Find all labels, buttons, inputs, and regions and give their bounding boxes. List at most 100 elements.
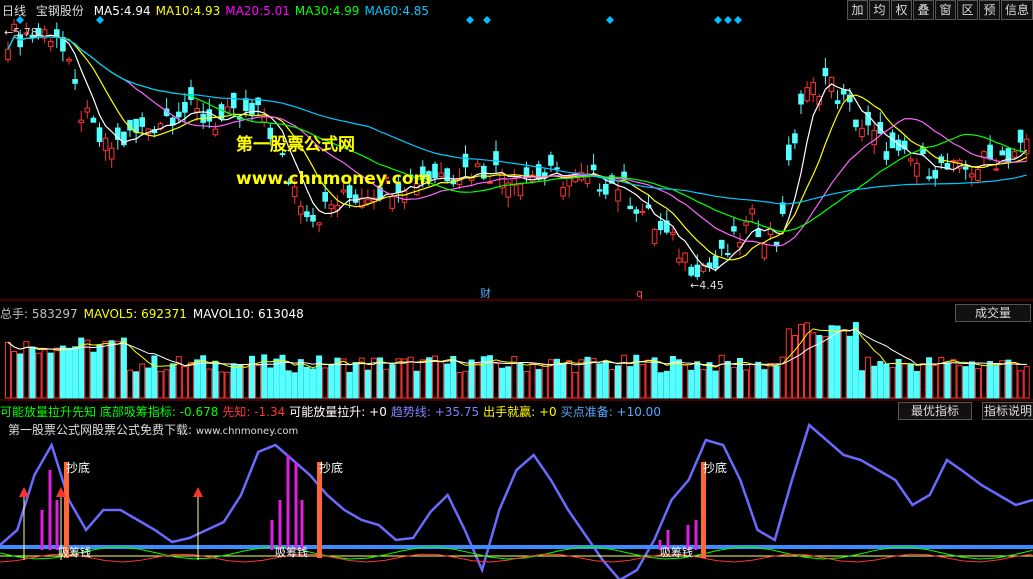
volume-bar	[169, 363, 176, 399]
candle-body	[310, 215, 316, 222]
volume-bar	[883, 363, 890, 399]
candle-body	[249, 102, 255, 115]
volume-bar	[785, 328, 792, 399]
volume-bar	[712, 370, 719, 399]
volume-bar	[730, 366, 737, 399]
volume-bar	[291, 372, 298, 399]
stock-name: 宝钢股份	[35, 4, 84, 18]
candle-body	[139, 117, 145, 127]
candle-body	[1011, 151, 1018, 158]
candle-body	[47, 40, 54, 47]
red-line	[0, 553, 1033, 563]
volume-bar	[200, 355, 207, 399]
volume-bar	[663, 370, 670, 399]
volume-bar	[108, 340, 115, 399]
volume-bar	[566, 360, 573, 399]
candle-body	[596, 189, 603, 192]
volume-button[interactable]: 成交量	[955, 304, 1031, 322]
high-price-label: ←5.78	[4, 26, 38, 39]
candle-body	[389, 195, 396, 209]
volume-bar	[480, 356, 487, 399]
volume-bar	[328, 364, 335, 399]
toolbar-button-1[interactable]: 均	[869, 0, 890, 20]
candle-body	[853, 119, 859, 128]
candle-body	[304, 211, 310, 218]
candle-body	[804, 87, 810, 102]
volume-bar	[968, 361, 975, 399]
candle-body	[840, 89, 847, 95]
volume-bar	[383, 368, 390, 399]
volume-bar	[352, 362, 359, 399]
volume-bar	[755, 361, 762, 399]
volume-bar	[859, 370, 865, 399]
toolbar-button-3[interactable]: 叠	[913, 0, 934, 20]
volume-bar	[560, 363, 567, 399]
toolbar-button-7[interactable]: 信息	[1001, 0, 1033, 20]
volume-bar	[840, 329, 847, 399]
candle-body	[822, 67, 829, 77]
candle-body	[352, 194, 359, 203]
volume-bar	[127, 369, 133, 399]
volume-bar	[181, 366, 188, 399]
indicator-item-4: 出手就赢: +0	[483, 405, 557, 419]
diamond-icon	[483, 16, 491, 24]
volume-bar	[96, 344, 103, 399]
indicator-header: 可能放量拉升先知 底部吸筹指标: -0.678 先知: -1.34 可能放量拉升: …	[0, 403, 665, 420]
volume-bar	[682, 364, 689, 399]
volume-bar	[425, 357, 432, 399]
candle-body	[84, 107, 91, 113]
stock-chart-canvas[interactable]: ←5.78 ←4.45 第一股票公式网 www.chnmoney.com 财 q 抄底 抄底 抄…	[0, 0, 1033, 579]
toolbar-button-5[interactable]: 区	[957, 0, 978, 20]
candle-body	[72, 79, 78, 84]
candle-body	[188, 87, 194, 100]
mavol10-line	[7, 328, 1027, 367]
candle-body	[773, 241, 780, 246]
ad-line: 第一股票公式网股票公式免费下载: www.chnmoney.com	[8, 421, 298, 438]
candle-body	[670, 231, 676, 235]
volume-bar	[139, 363, 146, 399]
candle-body	[603, 183, 609, 195]
toolbar-button-0[interactable]: 加	[847, 0, 868, 20]
volume-bar	[749, 363, 756, 399]
xijian-label: 吸筹钱	[58, 545, 91, 559]
candle-body	[474, 163, 481, 168]
indicator-item-2: 可能放量拉升: +0	[289, 405, 387, 419]
volume-bar	[761, 369, 768, 399]
volume-bar	[413, 370, 420, 399]
candle-body	[224, 106, 231, 113]
candle-body	[761, 243, 768, 259]
volume-bar	[541, 364, 548, 399]
volume-item-2: MAVOL10: 613048	[192, 307, 304, 321]
period-label[interactable]: 日线	[2, 2, 26, 19]
volume-bar	[505, 366, 512, 399]
volume-bar	[615, 365, 621, 399]
volume-bar	[993, 365, 1000, 399]
candle-body	[401, 190, 408, 203]
best-indicator-button[interactable]: 最优指标	[898, 402, 972, 420]
candle-body	[786, 144, 792, 161]
volume-bar	[401, 358, 408, 399]
volume-bar	[608, 369, 615, 399]
ma-item-0: MA5:4.94	[93, 4, 151, 18]
volume-bar	[47, 352, 54, 399]
toolbar-button-4[interactable]: 窗	[935, 0, 956, 20]
toolbar-button-6[interactable]: 预	[979, 0, 1000, 20]
indicator-desc-button[interactable]: 指标说明	[982, 402, 1033, 420]
candle-body	[133, 118, 139, 133]
volume-bar	[456, 372, 463, 399]
chaodi-bar	[701, 462, 706, 558]
candle-body	[883, 151, 890, 160]
candle-body	[993, 168, 1000, 171]
volume-bar	[791, 335, 798, 399]
ad-url[interactable]: www.chnmoney.com	[196, 426, 298, 437]
toolbar-button-2[interactable]: 权	[891, 0, 912, 20]
volume-bar	[395, 358, 402, 399]
candle-body	[651, 228, 658, 245]
volume-bar	[1011, 363, 1018, 399]
volume-bar	[877, 361, 884, 399]
diamond-icon	[606, 16, 614, 24]
diamond-icon	[724, 16, 732, 24]
candle-body	[969, 173, 975, 178]
volume-bar	[493, 362, 499, 399]
candle-body	[962, 166, 969, 170]
